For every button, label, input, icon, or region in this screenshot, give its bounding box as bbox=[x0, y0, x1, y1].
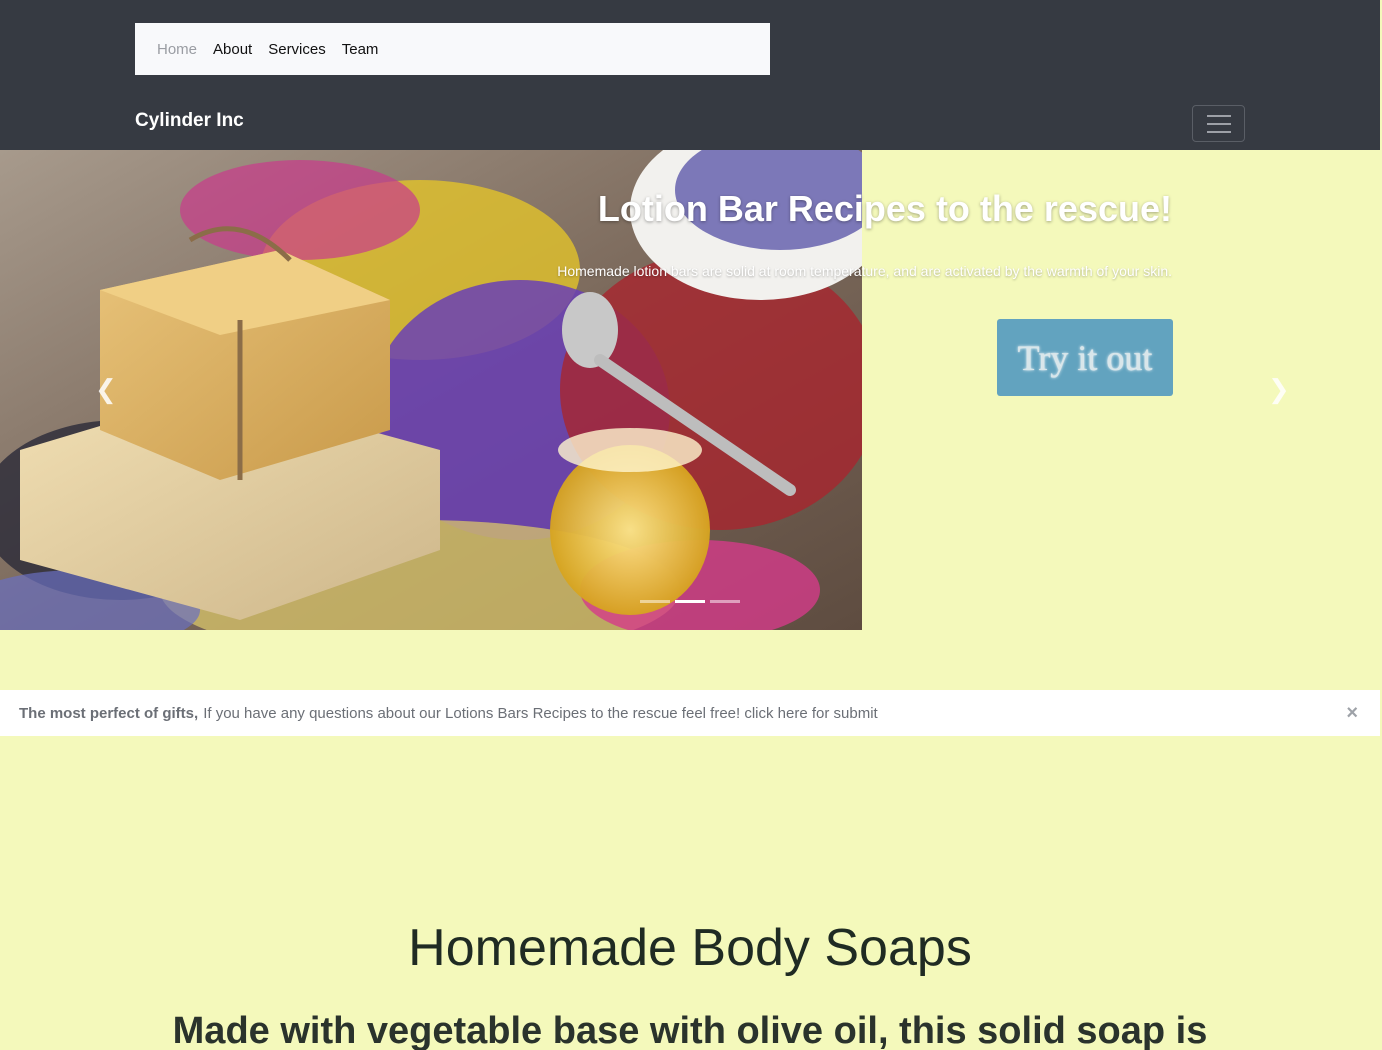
top-nav: Home About Services Team bbox=[135, 23, 770, 75]
carousel-indicator-1[interactable] bbox=[640, 600, 670, 603]
nav-item-about[interactable]: About bbox=[213, 41, 252, 58]
brand-logo[interactable]: Cylinder Inc bbox=[135, 110, 244, 132]
hero-carousel: Lotion Bar Recipes to the rescue! Homema… bbox=[0, 150, 1380, 630]
carousel-prev-button[interactable]: ❮ bbox=[95, 374, 117, 405]
carousel-title: Lotion Bar Recipes to the rescue! bbox=[597, 188, 1172, 229]
carousel-indicator-2[interactable] bbox=[675, 600, 705, 603]
alert-text: If you have any questions about our Loti… bbox=[203, 704, 878, 722]
carousel-indicator-3[interactable] bbox=[710, 600, 740, 603]
carousel-text: Homemade lotion bars are solid at room t… bbox=[557, 263, 1172, 279]
alert-banner[interactable]: The most perfect of gifts, If you have a… bbox=[0, 690, 1380, 736]
hamburger-icon bbox=[1206, 114, 1231, 133]
navbar-toggle-button[interactable] bbox=[1192, 105, 1245, 142]
header-bar: Home About Services Team Cylinder Inc bbox=[0, 0, 1380, 150]
close-icon[interactable]: × bbox=[1346, 703, 1358, 723]
carousel-next-button[interactable]: ❯ bbox=[1268, 374, 1290, 405]
chevron-left-icon: ❮ bbox=[95, 374, 117, 404]
try-it-out-button[interactable]: Try it out bbox=[997, 319, 1173, 396]
section-subtitle: Made with vegetable base with olive oil,… bbox=[172, 1010, 1208, 1050]
alert-strong: The most perfect of gifts, bbox=[19, 704, 199, 722]
nav-item-team[interactable]: Team bbox=[342, 41, 379, 58]
carousel-indicators bbox=[640, 600, 740, 603]
section-title: Homemade Body Soaps bbox=[408, 919, 972, 977]
nav-item-home[interactable]: Home bbox=[157, 41, 197, 58]
chevron-right-icon: ❯ bbox=[1268, 374, 1290, 404]
nav-item-services[interactable]: Services bbox=[268, 41, 326, 58]
